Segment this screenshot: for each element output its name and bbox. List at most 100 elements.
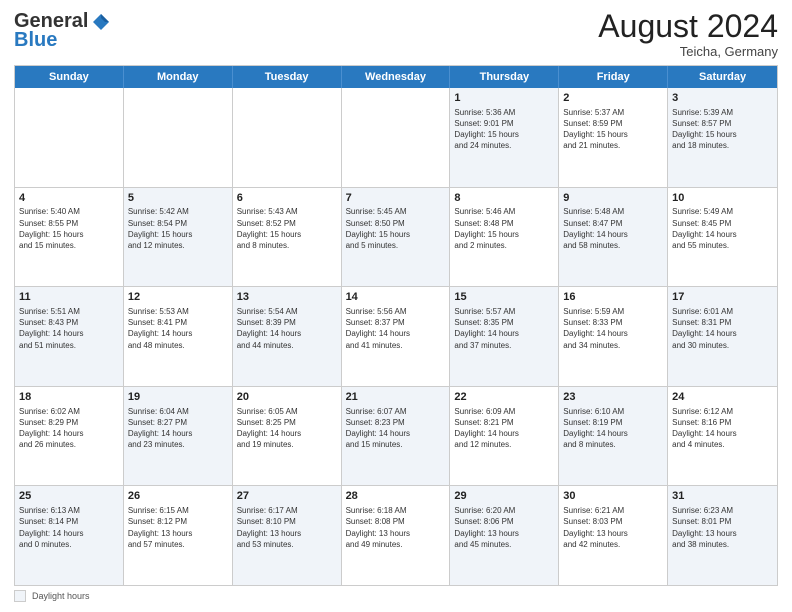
day-number: 7 [346,191,446,206]
header-tuesday: Tuesday [233,66,342,88]
day-number: 13 [237,290,337,305]
day-info: Sunrise: 5:57 AM Sunset: 8:35 PM Dayligh… [454,306,554,351]
day-info: Sunrise: 5:48 AM Sunset: 8:47 PM Dayligh… [563,206,663,251]
day-info: Sunrise: 5:43 AM Sunset: 8:52 PM Dayligh… [237,206,337,251]
footer: Daylight hours [14,590,778,602]
cal-cell-2-1: 12Sunrise: 5:53 AM Sunset: 8:41 PM Dayli… [124,287,233,386]
cal-cell-4-5: 30Sunrise: 6:21 AM Sunset: 8:03 PM Dayli… [559,486,668,585]
cal-cell-0-2 [233,88,342,187]
day-info: Sunrise: 5:53 AM Sunset: 8:41 PM Dayligh… [128,306,228,351]
cal-cell-4-3: 28Sunrise: 6:18 AM Sunset: 8:08 PM Dayli… [342,486,451,585]
day-number: 28 [346,489,446,504]
day-number: 14 [346,290,446,305]
header-monday: Monday [124,66,233,88]
day-info: Sunrise: 5:54 AM Sunset: 8:39 PM Dayligh… [237,306,337,351]
cal-cell-3-1: 19Sunrise: 6:04 AM Sunset: 8:27 PM Dayli… [124,387,233,486]
day-info: Sunrise: 5:45 AM Sunset: 8:50 PM Dayligh… [346,206,446,251]
cal-cell-0-1 [124,88,233,187]
header: General Blue August 2024 Teicha, Germany [14,10,778,59]
page: General Blue August 2024 Teicha, Germany… [0,0,792,612]
day-info: Sunrise: 6:02 AM Sunset: 8:29 PM Dayligh… [19,406,119,451]
header-wednesday: Wednesday [342,66,451,88]
cal-cell-3-5: 23Sunrise: 6:10 AM Sunset: 8:19 PM Dayli… [559,387,668,486]
day-number: 19 [128,390,228,405]
day-number: 16 [563,290,663,305]
header-thursday: Thursday [450,66,559,88]
day-info: Sunrise: 5:46 AM Sunset: 8:48 PM Dayligh… [454,206,554,251]
cal-cell-2-2: 13Sunrise: 5:54 AM Sunset: 8:39 PM Dayli… [233,287,342,386]
header-sunday: Sunday [15,66,124,88]
day-info: Sunrise: 6:17 AM Sunset: 8:10 PM Dayligh… [237,505,337,550]
day-info: Sunrise: 6:04 AM Sunset: 8:27 PM Dayligh… [128,406,228,451]
day-info: Sunrise: 6:12 AM Sunset: 8:16 PM Dayligh… [672,406,773,451]
day-info: Sunrise: 5:51 AM Sunset: 8:43 PM Dayligh… [19,306,119,351]
day-number: 30 [563,489,663,504]
day-info: Sunrise: 6:21 AM Sunset: 8:03 PM Dayligh… [563,505,663,550]
logo-icon [91,12,111,32]
day-info: Sunrise: 6:13 AM Sunset: 8:14 PM Dayligh… [19,505,119,550]
cal-cell-0-3 [342,88,451,187]
cal-cell-1-5: 9Sunrise: 5:48 AM Sunset: 8:47 PM Daylig… [559,188,668,287]
cal-cell-1-6: 10Sunrise: 5:49 AM Sunset: 8:45 PM Dayli… [668,188,777,287]
cal-cell-4-1: 26Sunrise: 6:15 AM Sunset: 8:12 PM Dayli… [124,486,233,585]
legend-label: Daylight hours [32,591,90,601]
day-info: Sunrise: 6:05 AM Sunset: 8:25 PM Dayligh… [237,406,337,451]
day-info: Sunrise: 6:10 AM Sunset: 8:19 PM Dayligh… [563,406,663,451]
logo: General Blue [14,10,111,52]
day-info: Sunrise: 5:56 AM Sunset: 8:37 PM Dayligh… [346,306,446,351]
cal-cell-0-0 [15,88,124,187]
day-number: 23 [563,390,663,405]
day-number: 10 [672,191,773,206]
header-friday: Friday [559,66,668,88]
legend-box [14,590,26,602]
calendar-row-1: 1Sunrise: 5:36 AM Sunset: 9:01 PM Daylig… [15,88,777,187]
day-number: 22 [454,390,554,405]
day-number: 6 [237,191,337,206]
header-saturday: Saturday [668,66,777,88]
cal-cell-3-4: 22Sunrise: 6:09 AM Sunset: 8:21 PM Dayli… [450,387,559,486]
day-number: 21 [346,390,446,405]
day-number: 27 [237,489,337,504]
cal-cell-2-3: 14Sunrise: 5:56 AM Sunset: 8:37 PM Dayli… [342,287,451,386]
cal-cell-4-2: 27Sunrise: 6:17 AM Sunset: 8:10 PM Dayli… [233,486,342,585]
calendar: SundayMondayTuesdayWednesdayThursdayFrid… [14,65,778,586]
day-info: Sunrise: 6:23 AM Sunset: 8:01 PM Dayligh… [672,505,773,550]
title-area: August 2024 Teicha, Germany [598,10,778,59]
day-number: 17 [672,290,773,305]
cal-cell-0-6: 3Sunrise: 5:39 AM Sunset: 8:57 PM Daylig… [668,88,777,187]
day-number: 3 [672,91,773,106]
day-number: 26 [128,489,228,504]
day-info: Sunrise: 6:18 AM Sunset: 8:08 PM Dayligh… [346,505,446,550]
cal-cell-3-3: 21Sunrise: 6:07 AM Sunset: 8:23 PM Dayli… [342,387,451,486]
day-info: Sunrise: 5:59 AM Sunset: 8:33 PM Dayligh… [563,306,663,351]
location: Teicha, Germany [598,44,778,59]
calendar-row-4: 18Sunrise: 6:02 AM Sunset: 8:29 PM Dayli… [15,386,777,486]
day-number: 24 [672,390,773,405]
cal-cell-3-6: 24Sunrise: 6:12 AM Sunset: 8:16 PM Dayli… [668,387,777,486]
day-number: 4 [19,191,119,206]
cal-cell-4-4: 29Sunrise: 6:20 AM Sunset: 8:06 PM Dayli… [450,486,559,585]
day-number: 2 [563,91,663,106]
cal-cell-1-3: 7Sunrise: 5:45 AM Sunset: 8:50 PM Daylig… [342,188,451,287]
cal-cell-1-1: 5Sunrise: 5:42 AM Sunset: 8:54 PM Daylig… [124,188,233,287]
cal-cell-1-0: 4Sunrise: 5:40 AM Sunset: 8:55 PM Daylig… [15,188,124,287]
month-title: August 2024 [598,10,778,42]
cal-cell-0-4: 1Sunrise: 5:36 AM Sunset: 9:01 PM Daylig… [450,88,559,187]
calendar-row-5: 25Sunrise: 6:13 AM Sunset: 8:14 PM Dayli… [15,485,777,585]
calendar-body: 1Sunrise: 5:36 AM Sunset: 9:01 PM Daylig… [15,88,777,585]
day-number: 20 [237,390,337,405]
cal-cell-2-5: 16Sunrise: 5:59 AM Sunset: 8:33 PM Dayli… [559,287,668,386]
logo-blue: Blue [14,29,57,52]
day-info: Sunrise: 6:15 AM Sunset: 8:12 PM Dayligh… [128,505,228,550]
cal-cell-3-0: 18Sunrise: 6:02 AM Sunset: 8:29 PM Dayli… [15,387,124,486]
day-number: 25 [19,489,119,504]
day-number: 12 [128,290,228,305]
cal-cell-4-0: 25Sunrise: 6:13 AM Sunset: 8:14 PM Dayli… [15,486,124,585]
cal-cell-0-5: 2Sunrise: 5:37 AM Sunset: 8:59 PM Daylig… [559,88,668,187]
calendar-row-2: 4Sunrise: 5:40 AM Sunset: 8:55 PM Daylig… [15,187,777,287]
day-info: Sunrise: 6:01 AM Sunset: 8:31 PM Dayligh… [672,306,773,351]
day-info: Sunrise: 5:37 AM Sunset: 8:59 PM Dayligh… [563,107,663,152]
day-number: 31 [672,489,773,504]
day-info: Sunrise: 6:20 AM Sunset: 8:06 PM Dayligh… [454,505,554,550]
day-info: Sunrise: 5:39 AM Sunset: 8:57 PM Dayligh… [672,107,773,152]
